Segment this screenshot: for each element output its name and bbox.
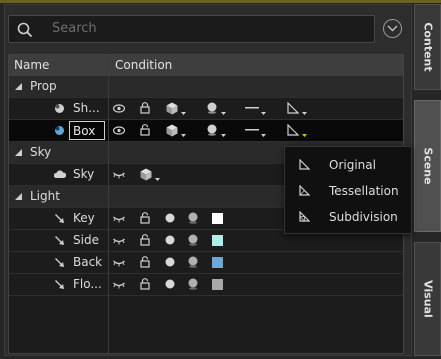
light-color-swatch[interactable] bbox=[212, 213, 223, 224]
unlock-icon[interactable] bbox=[140, 124, 150, 136]
rename-field[interactable]: Box bbox=[69, 121, 105, 140]
table-header: Name Condition bbox=[9, 55, 403, 77]
column-header-condition[interactable]: Condition bbox=[115, 58, 172, 72]
row-label: Back bbox=[73, 255, 103, 269]
search-box[interactable]: Search bbox=[8, 15, 375, 43]
tessellation-icon bbox=[299, 185, 310, 196]
light-bulb-icon[interactable] bbox=[165, 257, 175, 267]
original-icon bbox=[299, 159, 310, 170]
unlock-icon[interactable] bbox=[140, 278, 150, 290]
cube-icon[interactable] bbox=[166, 102, 178, 115]
eye-closed-icon[interactable] bbox=[113, 215, 125, 223]
directional-light-icon bbox=[55, 258, 64, 267]
menu-item-label: Subdivision bbox=[329, 210, 398, 224]
light-color-swatch[interactable] bbox=[212, 279, 223, 290]
row-label: Side bbox=[73, 233, 99, 247]
light-bulb-icon[interactable] bbox=[165, 279, 175, 289]
tree-row-box[interactable]: Box bbox=[9, 120, 403, 142]
shadow-icon[interactable] bbox=[187, 278, 199, 290]
menu-item-subdivision[interactable]: Subdivision bbox=[285, 205, 411, 229]
mesh-icon[interactable] bbox=[287, 102, 299, 114]
tab-content[interactable]: Content bbox=[414, 4, 441, 90]
directional-light-icon bbox=[55, 280, 64, 289]
chevron-down-icon bbox=[387, 25, 398, 32]
dropdown-caret-icon[interactable] bbox=[181, 112, 186, 115]
shadow-icon[interactable] bbox=[206, 124, 218, 136]
shadow-icon[interactable] bbox=[206, 102, 218, 114]
eye-closed-icon[interactable] bbox=[113, 281, 125, 289]
shadow-icon[interactable] bbox=[187, 212, 199, 224]
subdivision-icon bbox=[299, 211, 310, 222]
prop-icon bbox=[55, 126, 64, 135]
unlock-icon[interactable] bbox=[140, 234, 150, 246]
search-input[interactable]: Search bbox=[52, 21, 97, 36]
tree-row-flo[interactable]: Flo... bbox=[9, 274, 403, 296]
row-label: Flo... bbox=[73, 277, 102, 291]
light-bulb-icon[interactable] bbox=[165, 235, 175, 245]
scene-panel-window: Search Content Scene Visual Name Conditi… bbox=[0, 0, 441, 359]
unlock-icon[interactable] bbox=[140, 212, 150, 224]
tree-row-back[interactable]: Back bbox=[9, 252, 403, 274]
options-dropdown-button[interactable] bbox=[383, 19, 402, 38]
column-divider[interactable] bbox=[108, 55, 109, 353]
eye-closed-icon[interactable] bbox=[113, 171, 125, 179]
mesh-mode-menu: Original Tessellation Subdivision bbox=[284, 146, 412, 234]
dropdown-caret-active-icon[interactable] bbox=[302, 134, 307, 137]
dropdown-caret-icon[interactable] bbox=[261, 134, 266, 137]
group-label: Prop bbox=[30, 79, 57, 93]
collapse-arrow-icon[interactable] bbox=[15, 83, 22, 90]
dropdown-caret-icon[interactable] bbox=[155, 178, 160, 181]
prop-icon bbox=[55, 104, 64, 113]
dropdown-caret-icon[interactable] bbox=[221, 112, 226, 115]
tab-scene-label: Scene bbox=[421, 147, 434, 185]
eye-icon[interactable] bbox=[113, 126, 125, 135]
tab-visual[interactable]: Visual bbox=[414, 242, 441, 356]
collapse-arrow-icon[interactable] bbox=[15, 193, 22, 200]
row-label[interactable]: Box bbox=[73, 124, 95, 138]
row-label: Key bbox=[73, 211, 95, 225]
collapse-arrow-icon[interactable] bbox=[15, 149, 22, 156]
eye-closed-icon[interactable] bbox=[113, 259, 125, 267]
dropdown-caret-icon[interactable] bbox=[302, 112, 307, 115]
cube-icon[interactable] bbox=[166, 124, 178, 137]
menu-item-label: Original bbox=[329, 158, 376, 172]
shadow-icon[interactable] bbox=[187, 256, 199, 268]
dropdown-caret-icon[interactable] bbox=[261, 112, 266, 115]
dropdown-caret-icon[interactable] bbox=[181, 134, 186, 137]
menu-item-tessellation[interactable]: Tessellation bbox=[285, 179, 411, 203]
group-label: Sky bbox=[30, 145, 52, 159]
directional-light-icon bbox=[55, 214, 64, 223]
line-style-icon[interactable] bbox=[245, 107, 259, 109]
eye-closed-icon[interactable] bbox=[113, 237, 125, 245]
window-accent-bar bbox=[0, 0, 441, 3]
lock-icon[interactable] bbox=[140, 102, 150, 114]
eye-icon[interactable] bbox=[113, 104, 125, 113]
line-style-icon[interactable] bbox=[245, 129, 259, 131]
cube-icon[interactable] bbox=[140, 168, 152, 181]
cloud-icon bbox=[54, 170, 66, 178]
directional-light-icon bbox=[55, 236, 64, 245]
menu-item-original[interactable]: Original bbox=[285, 153, 411, 177]
search-icon bbox=[17, 22, 33, 38]
mesh-icon[interactable] bbox=[287, 124, 299, 136]
tab-scene[interactable]: Scene bbox=[414, 100, 441, 232]
column-header-name[interactable]: Name bbox=[14, 58, 49, 72]
light-bulb-icon[interactable] bbox=[165, 213, 175, 223]
tab-content-label: Content bbox=[421, 22, 434, 72]
row-label: Sh... bbox=[73, 101, 100, 115]
light-color-swatch[interactable] bbox=[212, 257, 223, 268]
row-label: Sky bbox=[73, 167, 95, 181]
group-label: Light bbox=[30, 189, 60, 203]
side-tabs: Content Scene Visual bbox=[414, 4, 441, 356]
shadow-icon[interactable] bbox=[187, 234, 199, 246]
tab-visual-label: Visual bbox=[421, 280, 434, 318]
unlock-icon[interactable] bbox=[140, 256, 150, 268]
dropdown-caret-icon[interactable] bbox=[221, 134, 226, 137]
light-color-swatch[interactable] bbox=[212, 235, 223, 246]
tree-group-prop[interactable]: Prop bbox=[9, 76, 403, 98]
menu-item-label: Tessellation bbox=[329, 184, 399, 198]
tree-row-sh[interactable]: Sh... bbox=[9, 98, 403, 120]
